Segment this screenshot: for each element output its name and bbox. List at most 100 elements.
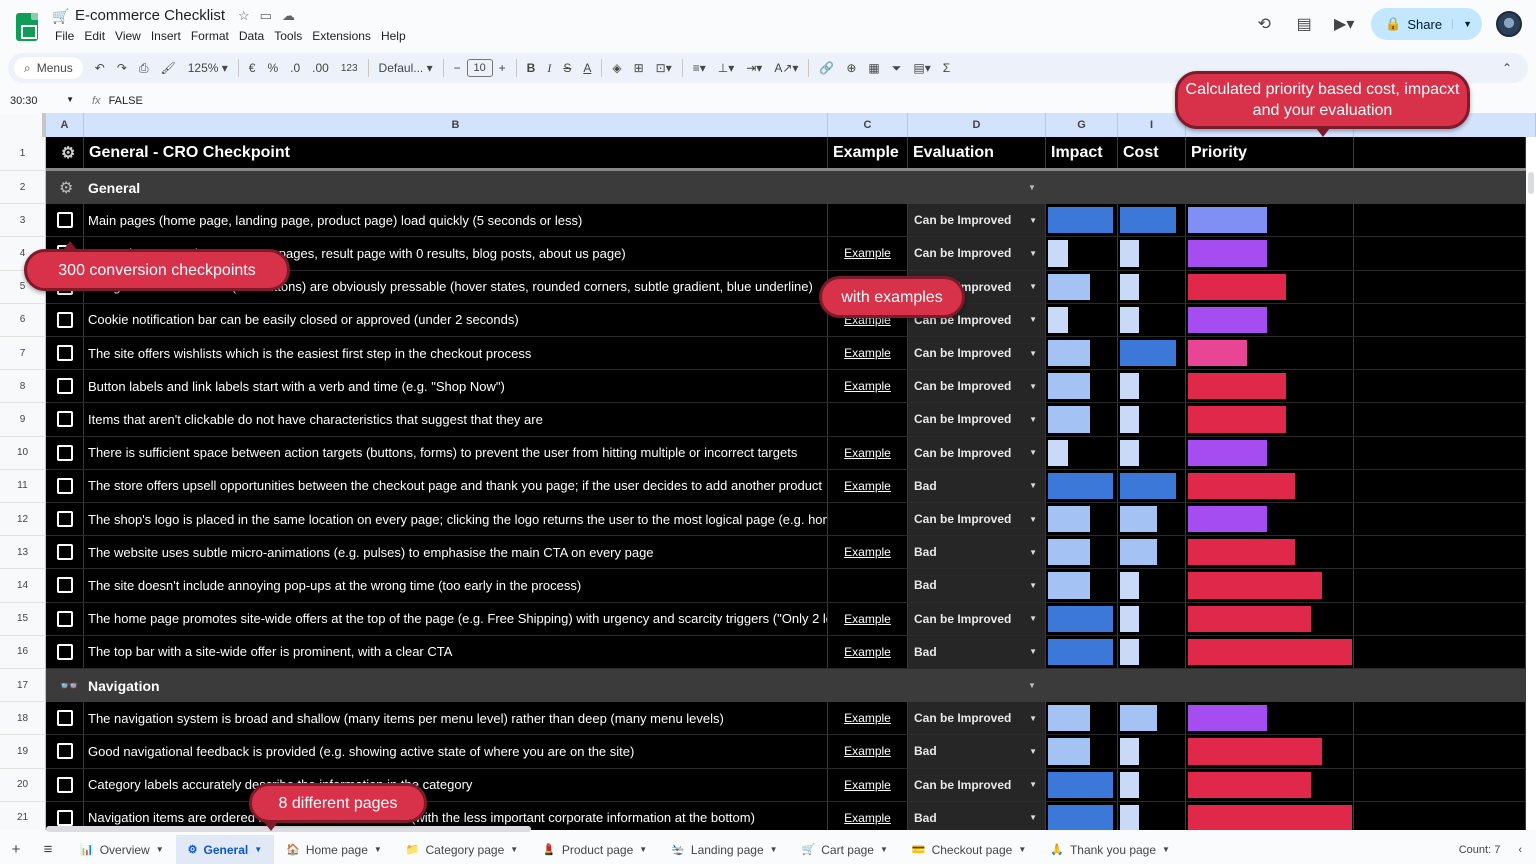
example-link[interactable]: Example [828,370,908,403]
bold-icon[interactable]: B [521,53,542,83]
menu-help[interactable]: Help [376,29,411,43]
evaluation-dropdown[interactable]: Bad ▼ [908,801,1046,830]
increase-decimal-button[interactable]: .00 [306,53,335,83]
row-header[interactable]: 2 [0,171,46,205]
checkpoint-text[interactable]: The website uses subtle micro-animations… [84,536,828,569]
tab-landing-page[interactable]: 🛬 Landing page ▼ [659,835,789,864]
horizontal-scrollbar[interactable] [46,826,531,832]
checkpoint-text[interactable]: Button labels and link labels start with… [84,370,828,403]
chevron-down-icon[interactable]: ▼ [1162,845,1170,854]
cloud-status-icon[interactable]: ☁ [282,8,295,24]
checkpoint-text[interactable]: There is sufficient space between action… [84,436,828,469]
insert-link-icon[interactable]: 🔗 [813,53,840,83]
row-header[interactable]: 11 [0,469,46,503]
checkbox[interactable] [57,378,73,395]
checkbox[interactable] [57,212,73,229]
italic-icon[interactable]: I [541,53,557,83]
font-size-input[interactable]: 10 [466,59,493,77]
menu-data[interactable]: Data [234,29,269,43]
row-header[interactable]: 9 [0,403,46,437]
chevron-down-icon[interactable]: ▼ [770,845,778,854]
row-header[interactable]: 6 [0,303,46,337]
tab-general[interactable]: ⚙ General ▼ [175,835,275,864]
percent-format-button[interactable]: % [261,53,284,83]
chevron-down-icon[interactable]: ▼ [1028,183,1036,192]
text-color-icon[interactable]: A [577,53,597,83]
example-link[interactable]: Example [828,237,908,270]
checkpoint-text[interactable]: Main pages (home page, landing page, pro… [84,204,828,237]
tab-cart-page[interactable]: 🛒 Cart page ▼ [790,835,900,864]
chevron-down-icon[interactable]: ▼ [374,845,382,854]
font-select[interactable]: Defaul... ▾ [373,53,439,83]
version-history-icon[interactable]: ⟲ [1251,11,1277,37]
currency-format-button[interactable]: € [243,53,262,83]
evaluation-dropdown[interactable]: Can be Improved ▼ [908,702,1046,735]
checkpoint-text[interactable]: Cookie notification bar can be easily cl… [84,303,828,336]
example-link[interactable]: Example [828,735,908,768]
strikethrough-icon[interactable]: S [557,53,577,83]
evaluation-dropdown[interactable]: Can be Improved ▼ [908,237,1046,270]
number-format-button[interactable]: 123 [335,53,364,83]
filter-views-icon[interactable]: ▤▾ [907,53,936,83]
tab-overview[interactable]: 📊 Overview ▼ [68,835,176,864]
chevron-down-icon[interactable]: ▼ [880,845,888,854]
example-link[interactable]: Example [828,469,908,502]
chevron-down-icon[interactable]: ▼ [639,845,647,854]
row-header[interactable]: 15 [0,602,46,636]
row-header[interactable]: 8 [0,370,46,404]
column-header[interactable]: G [1046,113,1118,137]
checkpoint-text[interactable]: Category labels accurately describe the … [84,768,828,801]
menu-file[interactable]: File [50,29,79,43]
checkbox[interactable] [57,544,73,561]
collapse-toolbar-icon[interactable]: ⌃ [1496,53,1528,83]
move-folder-icon[interactable]: ▭ [260,8,272,24]
menu-format[interactable]: Format [186,29,234,43]
evaluation-dropdown[interactable]: Bad ▼ [908,469,1046,502]
checkbox[interactable] [57,743,73,760]
name-box[interactable]: 30:30 ▼ [0,95,82,107]
checkpoint-text[interactable]: The home page promotes site-wide offers … [84,602,828,635]
evaluation-dropdown[interactable]: Can be Improved ▼ [908,204,1046,237]
redo-icon[interactable]: ↷ [111,53,133,83]
checkpoint-text[interactable]: The shop's logo is placed in the same lo… [84,503,828,536]
menu-view[interactable]: View [110,29,146,43]
row-header[interactable]: 10 [0,436,46,470]
chevron-down-icon[interactable]: ▼ [1028,681,1036,690]
row-header[interactable]: 1 [0,137,46,171]
example-link[interactable]: Example [828,801,908,830]
row-header[interactable]: 17 [0,669,46,703]
evaluation-dropdown[interactable]: Can be Improved ▼ [908,403,1046,436]
document-title[interactable]: E-commerce Checklist [75,7,225,24]
example-link[interactable] [828,403,908,436]
print-icon[interactable]: ⎙ [133,53,155,83]
sheets-logo-icon[interactable] [16,13,38,41]
checkbox[interactable] [57,809,73,826]
share-button[interactable]: 🔒 Share ▼ [1371,8,1482,40]
evaluation-dropdown[interactable]: Can be Improved ▼ [908,337,1046,370]
borders-icon[interactable]: ⊞ [628,53,650,83]
row-header[interactable]: 12 [0,503,46,537]
evaluation-dropdown[interactable]: Can be Improved ▼ [908,503,1046,536]
chevron-down-icon[interactable]: ▼ [510,845,518,854]
all-sheets-icon[interactable]: ≡ [32,841,64,858]
example-link[interactable] [828,503,908,536]
chevron-down-icon[interactable]: ▼ [1018,845,1026,854]
add-sheet-icon[interactable]: + [0,841,32,858]
column-header[interactable]: I [1118,113,1186,137]
checkpoint-text[interactable]: Items that aren't clickable do not have … [84,403,828,436]
select-all-corner[interactable] [0,113,46,137]
tab-product-page[interactable]: 💄 Product page ▼ [530,835,659,864]
column-header[interactable]: B [84,113,828,137]
row-header[interactable]: 3 [0,204,46,238]
row-header[interactable]: 7 [0,337,46,371]
share-options-icon[interactable]: ▼ [1452,19,1482,29]
evaluation-dropdown[interactable]: Can be Improved ▼ [908,602,1046,635]
checkbox[interactable] [57,776,73,793]
example-link[interactable] [828,569,908,602]
meet-icon[interactable]: ▶▾ [1331,11,1357,37]
spreadsheet-grid[interactable]: ABCDGI ⚙ General - CRO Checkpoint Example E… [0,113,1536,830]
decrease-decimal-button[interactable]: .0 [284,53,306,83]
row-header[interactable]: 21 [0,801,46,830]
menu-search[interactable]: ⌕ Menus [14,57,83,79]
insert-comment-icon[interactable]: ⊕ [840,53,862,83]
